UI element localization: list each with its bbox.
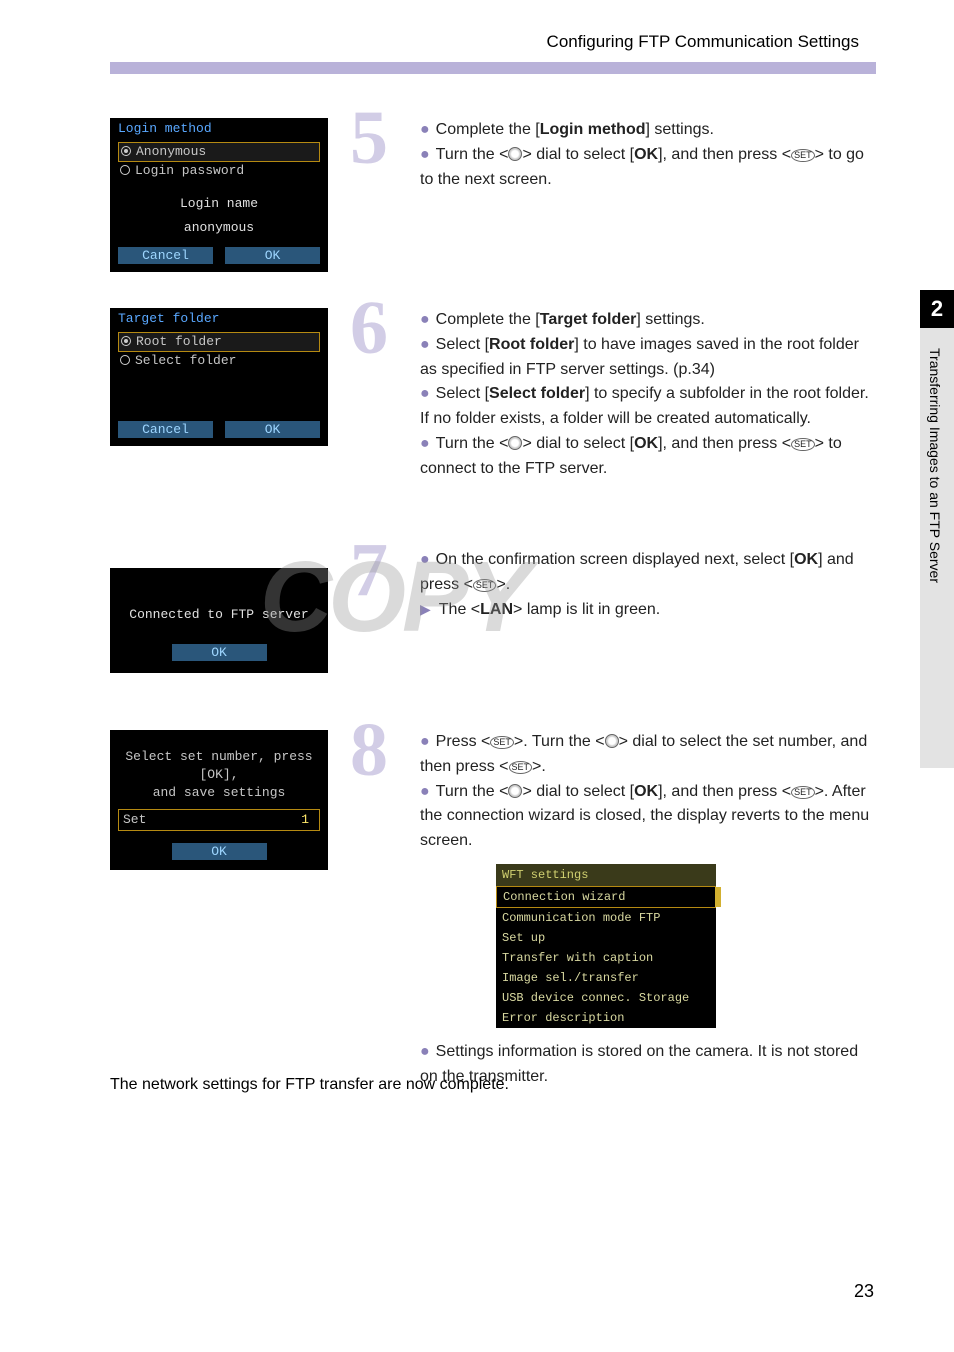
set-icon: SET <box>490 736 514 749</box>
camera-screen-login: Login method Anonymous Login password Lo… <box>110 118 328 272</box>
triangle-icon: ▶ <box>420 599 431 621</box>
set-icon: SET <box>791 149 815 162</box>
radio-empty-icon <box>120 355 130 365</box>
radio-filled-icon <box>121 336 131 346</box>
menu-error-desc[interactable]: Error description <box>496 1008 716 1028</box>
step6-bullet2: ●Select [Root folder] to have images sav… <box>420 333 876 383</box>
menu-title: WFT settings <box>496 864 716 886</box>
set-icon: SET <box>791 438 815 451</box>
menu-set-up[interactable]: Set up <box>496 928 716 948</box>
login-name-label: Login name <box>118 195 320 213</box>
menu-comm-mode[interactable]: Communication mode FTP <box>496 908 716 928</box>
step8-bullet2: ●Turn the <> dial to select [OK], and th… <box>420 780 876 854</box>
header-divider <box>110 62 876 74</box>
bullet-icon: ● <box>420 382 430 407</box>
step-number-5: 5 <box>350 108 450 169</box>
ok-button[interactable]: OK <box>172 843 267 860</box>
cancel-button[interactable]: Cancel <box>118 421 213 438</box>
dial-icon <box>508 436 522 450</box>
step-number-6: 6 <box>350 298 450 359</box>
step6-bullet3: ●Select [Select folder] to specify a sub… <box>420 382 876 432</box>
step5-bullet2: ●Turn the <> dial to select [OK], and th… <box>420 143 876 193</box>
page-title: Configuring FTP Communication Settings <box>547 32 859 52</box>
login-name-value: anonymous <box>118 219 320 237</box>
page-header: Configuring FTP Communication Settings <box>0 0 954 80</box>
bullet-icon: ● <box>420 432 430 457</box>
menu-transfer-caption[interactable]: Transfer with caption <box>496 948 716 968</box>
camera-screen-save: Select set number, press [OK], and save … <box>110 730 328 870</box>
save-line1: Select set number, press [OK], <box>118 748 320 784</box>
step7-bullet1: ●On the confirmation screen displayed ne… <box>420 548 876 598</box>
set-icon: SET <box>473 579 497 592</box>
ok-button[interactable]: OK <box>225 247 320 264</box>
page-number: 23 <box>854 1281 874 1302</box>
chapter-label: Transferring Images to an FTP Server <box>927 348 943 583</box>
set-icon: SET <box>791 786 815 799</box>
chapter-number: 2 <box>920 290 954 328</box>
cancel-button[interactable]: Cancel <box>118 247 213 264</box>
set-icon: SET <box>509 761 533 774</box>
step-number-7: 7 <box>350 540 450 601</box>
screen-title: Target folder <box>118 308 320 332</box>
step6-bullet1: ●Complete the [Target folder] settings. <box>420 308 876 333</box>
bullet-icon: ● <box>420 780 430 805</box>
dial-icon <box>508 784 522 798</box>
menu-image-sel[interactable]: Image sel./transfer <box>496 968 716 988</box>
dial-icon <box>508 147 522 161</box>
bullet-icon: ● <box>420 1040 430 1065</box>
side-tab: 2 Transferring Images to an FTP Server <box>920 290 954 810</box>
step7-bullet2: ▶The <LAN> lamp is lit in green. <box>420 598 876 623</box>
step5-bullet1: ●Complete the [Login method] settings. <box>420 118 876 143</box>
menu-connection-wizard[interactable]: Connection wizard <box>496 886 716 908</box>
connected-message: Connected to FTP server <box>118 606 320 624</box>
menu-usb-device[interactable]: USB device connec. Storage <box>496 988 716 1008</box>
option-select-folder[interactable]: Select folder <box>118 352 320 370</box>
step6-bullet4: ●Turn the <> dial to select [OK], and th… <box>420 432 876 482</box>
footer-sentence: The network settings for FTP transfer ar… <box>110 1076 509 1094</box>
step8-bullet1: ●Press <SET>. Turn the <> dial to select… <box>420 730 876 780</box>
ok-button[interactable]: OK <box>225 421 320 438</box>
ok-button[interactable]: OK <box>172 644 267 661</box>
save-line2: and save settings <box>118 784 320 802</box>
chapter-label-bg: Transferring Images to an FTP Server <box>920 328 954 768</box>
screen-title: Login method <box>118 118 320 142</box>
dial-icon <box>605 734 619 748</box>
camera-screen-target: Target folder Root folder Select folder … <box>110 308 328 446</box>
radio-filled-icon <box>121 146 131 156</box>
step-number-8: 8 <box>350 720 450 781</box>
option-anonymous[interactable]: Anonymous <box>118 142 320 162</box>
camera-menu-screen: WFT settings Connection wizard Communica… <box>496 864 716 1028</box>
camera-screen-connected: Connected to FTP server OK <box>110 568 328 673</box>
set-number-field[interactable]: Set 1 <box>118 809 320 831</box>
option-root-folder[interactable]: Root folder <box>118 332 320 352</box>
radio-empty-icon <box>120 165 130 175</box>
option-login-password[interactable]: Login password <box>118 162 320 180</box>
